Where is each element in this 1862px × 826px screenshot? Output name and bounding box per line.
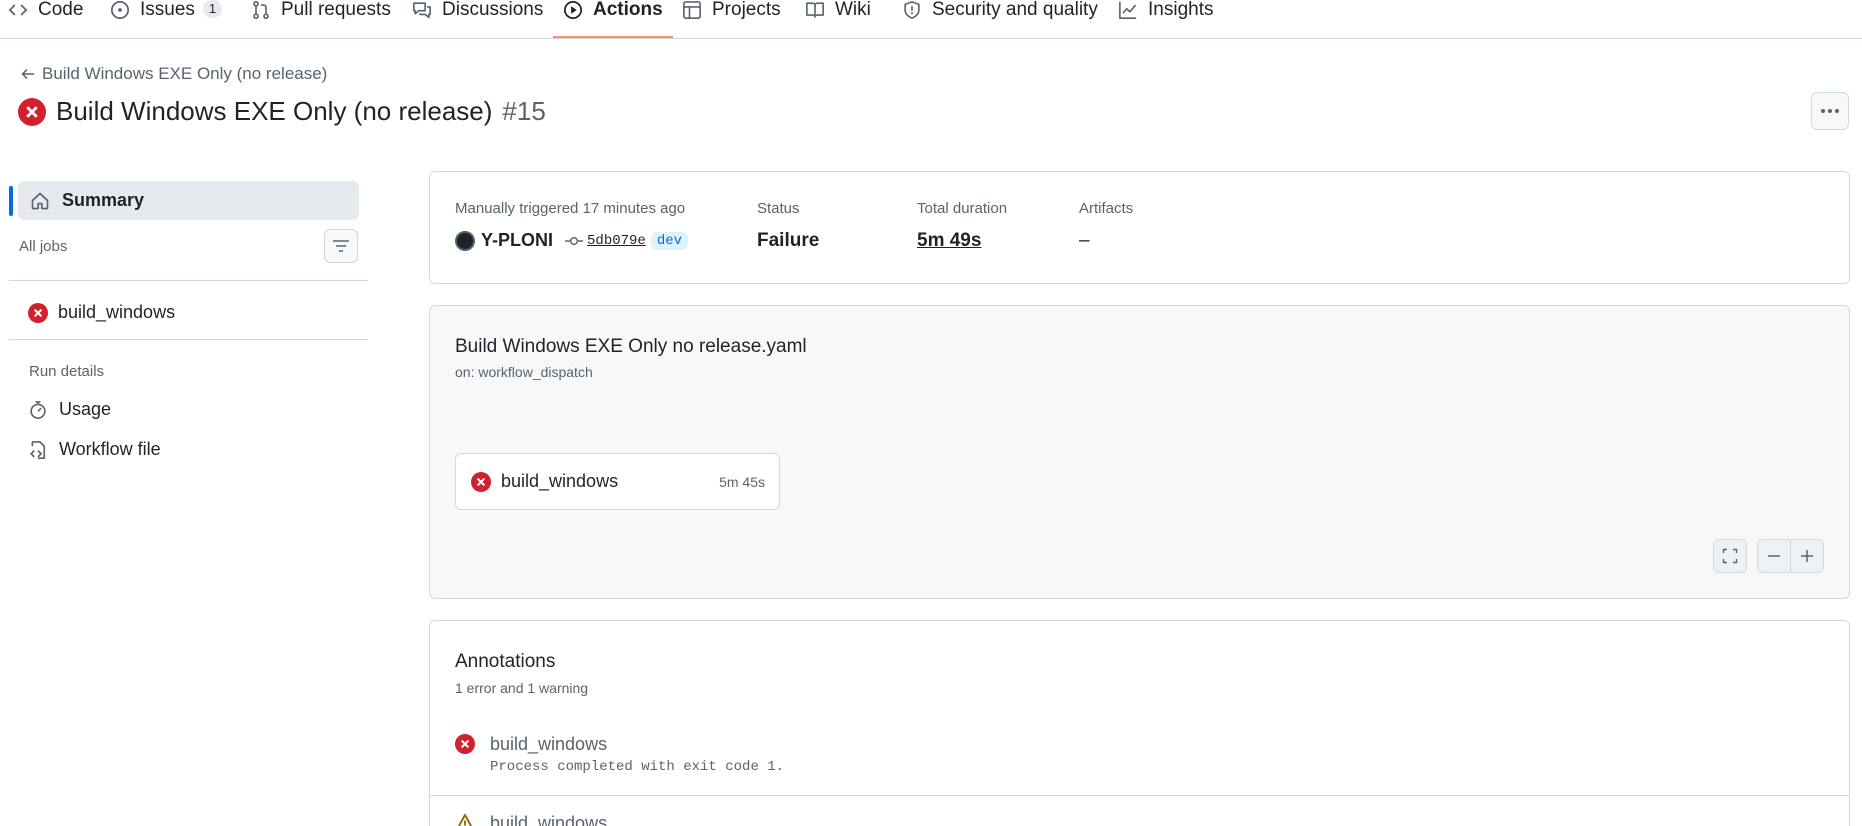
git-commit-icon — [565, 236, 584, 245]
duration-label: Total duration — [917, 200, 1008, 217]
annotation-divider — [430, 795, 1849, 796]
tab-label: Code — [38, 0, 84, 20]
sidebar-item-label: Summary — [62, 190, 145, 210]
tab-pull-requests[interactable]: Pull requests — [251, 0, 391, 39]
annotation-error[interactable]: build_windows Process completed with exi… — [455, 734, 784, 775]
artifacts-value: – — [1079, 230, 1090, 251]
x-circle-fill-icon — [455, 734, 475, 754]
more-options-button[interactable] — [1811, 92, 1849, 130]
filter-icon — [333, 240, 349, 252]
shield-icon — [904, 1, 920, 19]
sidebar-item-label: Workflow file — [59, 439, 161, 459]
graph-icon — [1119, 1, 1137, 19]
back-link-label: Build Windows EXE Only (no release) — [42, 64, 328, 83]
avatar[interactable] — [455, 230, 475, 251]
annotation-job[interactable]: build_windows — [490, 734, 784, 755]
issue-opened-icon — [111, 1, 129, 19]
back-to-workflow-link[interactable]: Build Windows EXE Only (no release) — [20, 64, 327, 84]
tab-label: Discussions — [442, 0, 544, 20]
kebab-horizontal-icon — [1821, 109, 1839, 113]
arrow-left-icon — [21, 68, 34, 80]
code-icon — [8, 4, 28, 16]
job-node-name: build_windows — [501, 471, 619, 491]
annotation-body: build_windows Process completed with exi… — [490, 734, 784, 775]
tab-code[interactable]: Code — [8, 0, 83, 39]
status-value: Failure — [757, 230, 820, 251]
x-circle-fill-icon — [18, 97, 46, 126]
zoom-in-button[interactable] — [1790, 539, 1824, 573]
table-icon — [683, 1, 701, 19]
run-summary-card: Manually triggered 17 minutes ago Y-PLON… — [429, 171, 1850, 284]
tab-label: Wiki — [835, 0, 871, 20]
trigger-label: Manually triggered 17 minutes ago — [455, 200, 686, 217]
annotation-job[interactable]: build_windows — [490, 813, 607, 826]
annotation-message: Process completed with exit code 1. — [490, 759, 785, 775]
status-label: Status — [757, 200, 800, 217]
book-icon — [806, 2, 824, 18]
home-icon — [31, 192, 49, 209]
annotation-warning[interactable]: build_windows — [455, 813, 607, 826]
filter-jobs-button[interactable] — [324, 229, 358, 263]
job-node-build-windows[interactable]: build_windows 5m 45s — [455, 453, 780, 510]
sidebar-item-workflow-file[interactable]: Workflow file — [28, 439, 161, 460]
sidebar-job-label: build_windows — [58, 302, 176, 322]
workflow-file-name: Build Windows EXE Only no release.yaml — [455, 336, 807, 357]
x-circle-fill-icon — [471, 471, 491, 492]
tab-actions[interactable]: Actions — [553, 0, 673, 39]
run-title: Build Windows EXE Only (no release) #15 — [18, 96, 546, 127]
annotation-body: build_windows — [490, 813, 607, 826]
sidebar-divider — [9, 280, 368, 281]
x-circle-fill-icon — [28, 302, 48, 323]
all-jobs-heading: All jobs — [19, 238, 68, 255]
alert-warning-icon — [457, 813, 473, 826]
sidebar-item-summary[interactable]: Summary — [18, 181, 359, 220]
tab-security[interactable]: Security and quality — [902, 0, 1098, 39]
commit-sha-link[interactable]: 5db079e — [587, 233, 646, 249]
selected-indicator — [9, 186, 13, 216]
stopwatch-icon — [30, 400, 46, 419]
file-code-icon — [29, 440, 46, 459]
tab-discussions[interactable]: Discussions — [412, 0, 543, 39]
tab-wiki[interactable]: Wiki — [805, 0, 871, 39]
plus-icon — [1801, 550, 1813, 562]
repo-nav: Code Issues 1 Pull requests Discussions … — [0, 0, 1862, 39]
sidebar-item-label: Usage — [59, 399, 112, 419]
tab-label: Pull requests — [281, 0, 391, 20]
branch-badge[interactable]: dev — [650, 231, 689, 250]
job-node-duration: 5m 45s — [719, 473, 765, 490]
sidebar-item-usage[interactable]: Usage — [28, 399, 111, 420]
comment-discussion-icon — [413, 2, 431, 19]
sidebar-job-build-windows[interactable]: build_windows — [28, 302, 175, 323]
workflow-graph-card: Build Windows EXE Only no release.yaml o… — [429, 305, 1850, 599]
sidebar-divider — [9, 339, 368, 340]
issues-counter: 1 — [202, 0, 223, 18]
fullscreen-button[interactable] — [1713, 539, 1747, 573]
play-icon — [564, 1, 582, 19]
dash-icon — [1768, 555, 1780, 557]
page-title: Build Windows EXE Only (no release) — [56, 96, 493, 126]
workflow-trigger: on: workflow_dispatch — [455, 364, 593, 380]
run-details-heading: Run details — [29, 363, 105, 380]
tab-label: Insights — [1148, 0, 1214, 20]
run-number: #15 — [502, 96, 546, 126]
duration-value[interactable]: 5m 49s — [917, 230, 981, 252]
screen-full-icon — [1722, 548, 1738, 564]
tab-insights[interactable]: Insights — [1118, 0, 1213, 39]
artifacts-label: Artifacts — [1079, 200, 1134, 217]
tab-label: Issues — [140, 0, 195, 20]
annotations-title: Annotations — [455, 651, 556, 672]
git-pull-request-icon — [253, 0, 269, 20]
annotations-subtitle: 1 error and 1 warning — [455, 680, 589, 696]
tab-projects[interactable]: Projects — [682, 0, 781, 39]
tab-label: Security and quality — [932, 0, 1098, 20]
zoom-out-button[interactable] — [1757, 539, 1791, 573]
trigger-details: Y-PLONI 5db079e dev — [455, 230, 689, 251]
actor-link[interactable]: Y-PLONI — [481, 230, 553, 251]
tab-label: Projects — [712, 0, 781, 20]
tab-label: Actions — [593, 0, 663, 20]
tab-issues[interactable]: Issues 1 — [110, 0, 223, 39]
annotations-card: Annotations 1 error and 1 warning build_… — [429, 620, 1850, 826]
